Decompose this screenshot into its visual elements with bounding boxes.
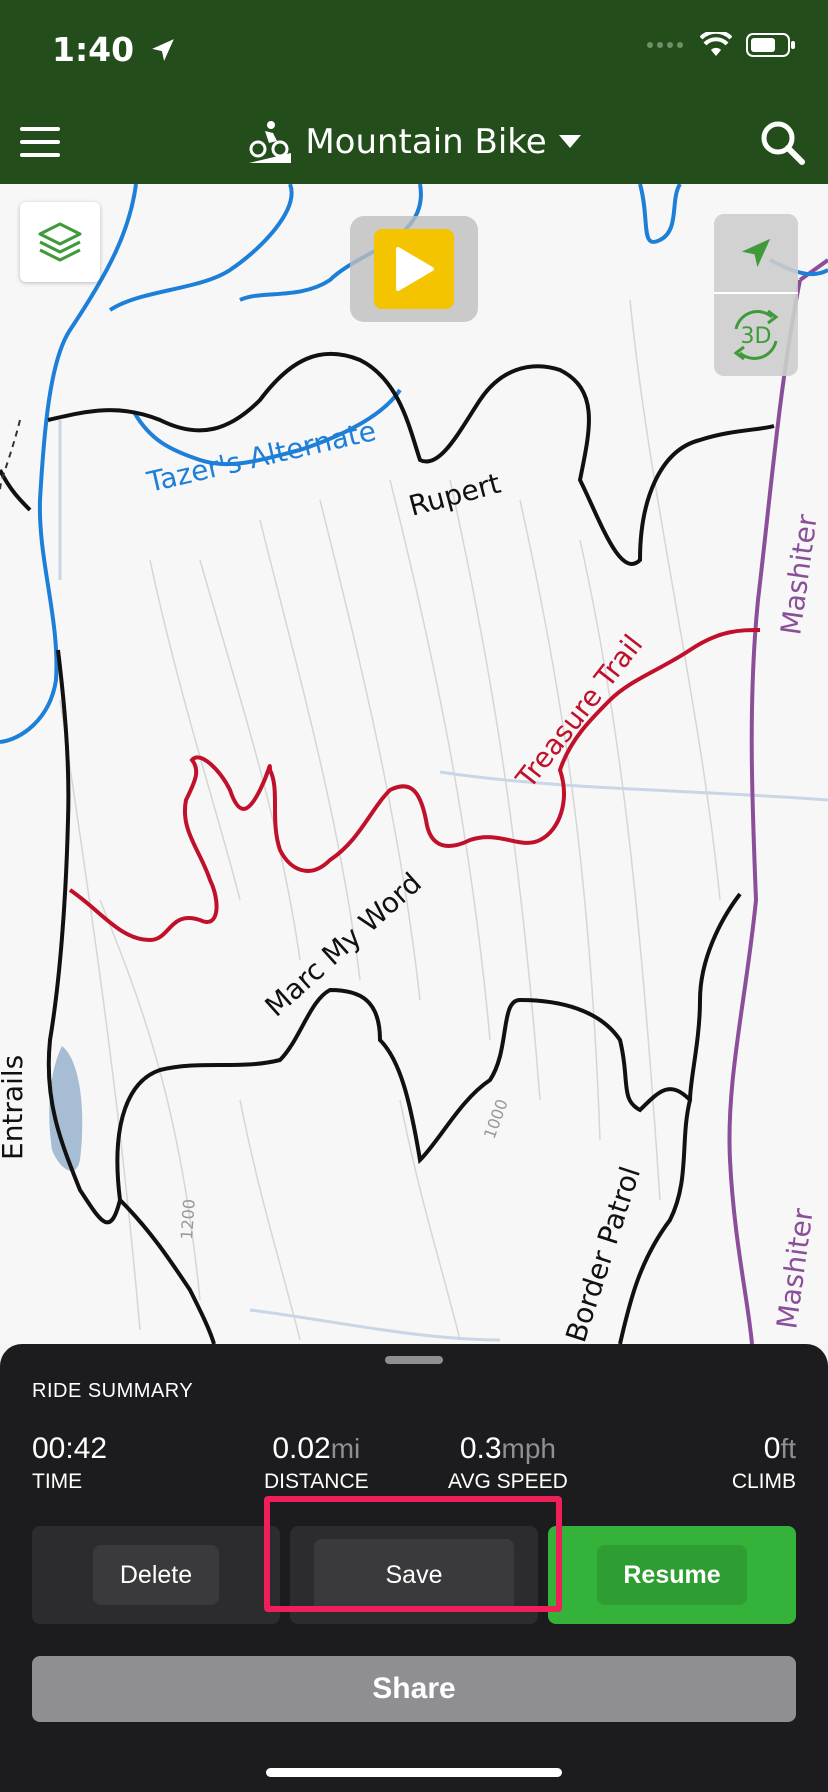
signal-dots-icon bbox=[647, 42, 683, 48]
biker-icon bbox=[249, 121, 292, 163]
play-button[interactable] bbox=[350, 216, 478, 322]
wifi-icon bbox=[700, 32, 732, 56]
stat-climb-unit: ft bbox=[780, 1433, 796, 1464]
status-icons bbox=[646, 32, 796, 58]
resume-card: Resume bbox=[548, 1526, 796, 1624]
search-icon[interactable] bbox=[758, 118, 806, 166]
contour-label-1000: 1000 bbox=[480, 1097, 512, 1142]
label-mashiter-2: Mashiter bbox=[770, 1206, 820, 1331]
play-button-face bbox=[374, 229, 454, 309]
summary-title: RIDE SUMMARY bbox=[32, 1380, 194, 1402]
save-highlight-box bbox=[264, 1496, 562, 1612]
label-treasure-trail: Treasure Trail bbox=[509, 628, 649, 795]
stat-time-value: 00:42 bbox=[32, 1432, 108, 1465]
panel-drag-handle[interactable] bbox=[385, 1356, 443, 1364]
status-bar: 1:40 bbox=[0, 0, 828, 100]
stat-climb-label: CLIMB bbox=[731, 1470, 796, 1493]
rotate-3d-icon: 3D bbox=[733, 309, 779, 361]
resume-button[interactable]: Resume bbox=[597, 1545, 747, 1605]
share-button[interactable]: Share bbox=[32, 1656, 796, 1722]
layers-icon bbox=[38, 222, 82, 262]
location-arrow-icon bbox=[151, 39, 174, 61]
caret-down-icon bbox=[558, 135, 581, 148]
stat-speed-value: 0.3 bbox=[459, 1432, 502, 1465]
label-border-patrol: Border Patrol bbox=[559, 1163, 647, 1344]
activity-selector[interactable]: Mountain Bike bbox=[0, 100, 828, 184]
home-indicator bbox=[266, 1768, 562, 1777]
battery-icon bbox=[746, 33, 795, 57]
label-marc-my-word: Marc My Word bbox=[259, 866, 428, 1023]
toggle-3d-label: 3D bbox=[741, 324, 772, 349]
stat-climb-value: 0 bbox=[763, 1432, 781, 1465]
layers-button[interactable] bbox=[20, 202, 100, 282]
contour-label-1200: 1200 bbox=[177, 1198, 199, 1240]
trail-map[interactable]: Tazer's Alternate Rupert Treasure Trail … bbox=[0, 184, 828, 1344]
locate-button[interactable] bbox=[714, 214, 798, 294]
toggle-3d-button[interactable]: 3D bbox=[714, 294, 798, 376]
stat-speed-unit: mph bbox=[501, 1433, 556, 1464]
map-canvas: Tazer's Alternate Rupert Treasure Trail … bbox=[0, 184, 828, 1344]
stat-climb: 0ft CLIMB bbox=[732, 1432, 796, 1494]
stat-distance-label: DISTANCE bbox=[264, 1470, 369, 1493]
header-title: Mountain Bike bbox=[305, 122, 547, 162]
play-icon bbox=[396, 247, 434, 291]
label-mashiter: Mashiter bbox=[774, 512, 824, 637]
locate-arrow-icon bbox=[741, 238, 771, 268]
delete-button[interactable]: Delete bbox=[93, 1545, 219, 1605]
label-rupert: Rupert bbox=[405, 467, 504, 523]
stat-distance: 0.02mi DISTANCE bbox=[264, 1432, 369, 1494]
app-header: Mountain Bike bbox=[0, 100, 828, 184]
label-entrails: Entrails bbox=[0, 1055, 29, 1160]
status-time: 1:40 bbox=[52, 30, 176, 69]
stat-avg-speed: 0.3mph AVG SPEED bbox=[448, 1432, 568, 1494]
stat-speed-label: AVG SPEED bbox=[448, 1470, 568, 1493]
map-right-controls: 3D bbox=[714, 214, 798, 376]
stat-time: 00:42 TIME bbox=[32, 1432, 107, 1494]
streams bbox=[58, 420, 828, 1342]
stat-distance-unit: mi bbox=[330, 1433, 361, 1464]
mashiter-road bbox=[727, 279, 802, 1344]
delete-card: Delete bbox=[32, 1526, 280, 1624]
stat-time-label: TIME bbox=[32, 1470, 83, 1493]
stat-distance-value: 0.02 bbox=[272, 1432, 331, 1465]
